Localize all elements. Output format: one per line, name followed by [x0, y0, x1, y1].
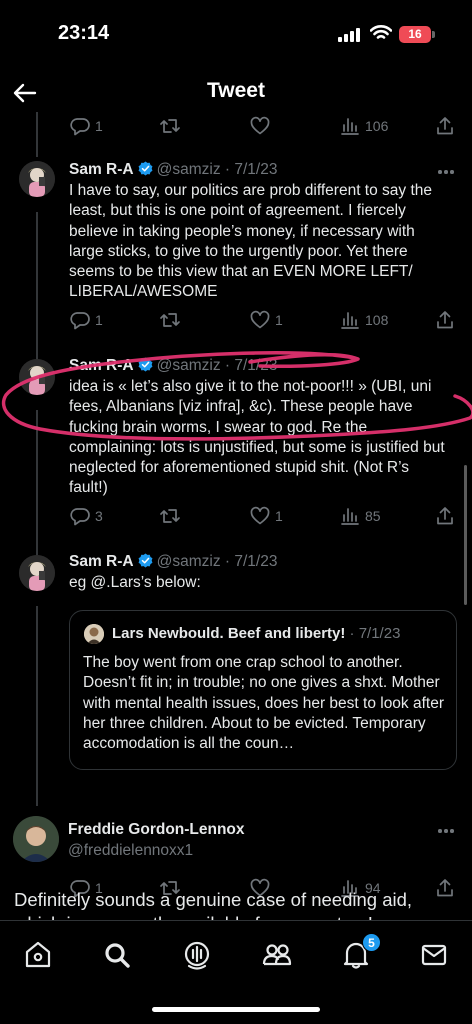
- quoted-author-name: Lars Newbould. Beef and liberty! · 7/1/2…: [112, 625, 400, 642]
- heart-icon: [250, 310, 270, 329]
- share-icon: [437, 311, 453, 329]
- author-name[interactable]: Sam R-A: [69, 553, 134, 570]
- battery-indicator: 16: [399, 26, 431, 43]
- verified-badge-icon: [138, 553, 153, 568]
- pink-scribble-annotation: [1, 351, 472, 441]
- verified-badge-icon: [138, 161, 153, 176]
- author-handle[interactable]: @samziz: [157, 161, 221, 178]
- quoted-tweet-text: The boy went from one crap school to ano…: [83, 654, 445, 753]
- tweet-actions: 1 106: [69, 115, 459, 137]
- tweet-text: I have to say, our politics are prob dif…: [69, 182, 433, 301]
- reply-author-handle[interactable]: @freddielennoxx1: [68, 842, 193, 860]
- tweet-date: · 7/1/23: [224, 161, 278, 178]
- more-options-icon[interactable]: [436, 822, 456, 838]
- views-icon: [341, 118, 359, 135]
- view-count: 108: [365, 312, 389, 328]
- share-icon: [437, 507, 453, 525]
- battery-nub: [432, 31, 435, 38]
- notifications-badge: 5: [362, 933, 381, 952]
- author-name[interactable]: Sam R-A: [69, 161, 134, 178]
- tweet-header: Sam R-A @samziz · 7/1/23: [69, 161, 277, 183]
- tweet-header: Sam R-A @samziz · 7/1/23: [69, 553, 277, 575]
- quoted-tweet[interactable]: Lars Newbould. Beef and liberty! · 7/1/2…: [69, 610, 457, 770]
- thread-line: [36, 606, 38, 806]
- tweet-actions: 3 1 85: [69, 505, 459, 527]
- views-icon: [341, 312, 359, 329]
- reply-icon: [70, 312, 90, 330]
- status-time: 23:14: [58, 22, 110, 44]
- cellular-signal-icon: [338, 28, 362, 42]
- retweet-icon: [160, 509, 180, 523]
- thread-line: [36, 112, 38, 157]
- views-icon: [341, 508, 359, 525]
- messages-envelope-icon[interactable]: [414, 935, 454, 975]
- reply-count: 1: [95, 312, 103, 328]
- heart-icon: [250, 506, 270, 525]
- avatar: [84, 624, 104, 644]
- search-icon[interactable]: [97, 935, 137, 975]
- top-header: Tweet: [0, 70, 472, 118]
- heart-icon: [250, 116, 270, 135]
- reply-icon: [70, 118, 90, 136]
- home-icon[interactable]: [18, 935, 58, 975]
- retweet-icon: [160, 313, 180, 327]
- share-icon: [437, 117, 453, 135]
- reply-author-name[interactable]: Freddie Gordon-Lennox: [68, 821, 245, 839]
- reply-count: 3: [95, 508, 103, 524]
- avatar[interactable]: [13, 816, 59, 862]
- retweet-icon: [160, 119, 180, 133]
- home-indicator[interactable]: [152, 1007, 320, 1012]
- scrollbar[interactable]: [464, 465, 467, 605]
- status-bar: 23:14 16: [0, 0, 472, 70]
- quoted-tweet-date: · 7/1/23: [349, 625, 401, 642]
- view-count: 85: [365, 508, 381, 524]
- communities-icon[interactable]: [257, 935, 297, 975]
- tweet-actions: 1 1 108: [69, 309, 459, 331]
- reply-count: 1: [95, 118, 103, 134]
- like-count: 1: [275, 508, 283, 524]
- tweet-text: eg @.Lars’s below:: [69, 574, 201, 591]
- quoted-author-name-text: Lars Newbould. Beef and liberty!: [112, 625, 346, 642]
- tweet-date: · 7/1/23: [224, 553, 278, 570]
- reply-text: Definitely sounds a genuine case of need…: [14, 889, 413, 920]
- wifi-icon: [370, 25, 392, 39]
- spaces-icon[interactable]: [177, 935, 217, 975]
- tweet-thread[interactable]: 1 106 Sam R-A @samziz · 7/1/23 I have to …: [0, 112, 472, 920]
- avatar[interactable]: [19, 161, 55, 197]
- author-handle[interactable]: @samziz: [157, 553, 221, 570]
- like-count: 1: [275, 312, 283, 328]
- more-options-icon[interactable]: [436, 163, 456, 179]
- view-count: 106: [365, 118, 389, 134]
- page-title: Tweet: [207, 79, 265, 102]
- avatar[interactable]: [19, 555, 55, 591]
- reply-icon: [70, 508, 90, 526]
